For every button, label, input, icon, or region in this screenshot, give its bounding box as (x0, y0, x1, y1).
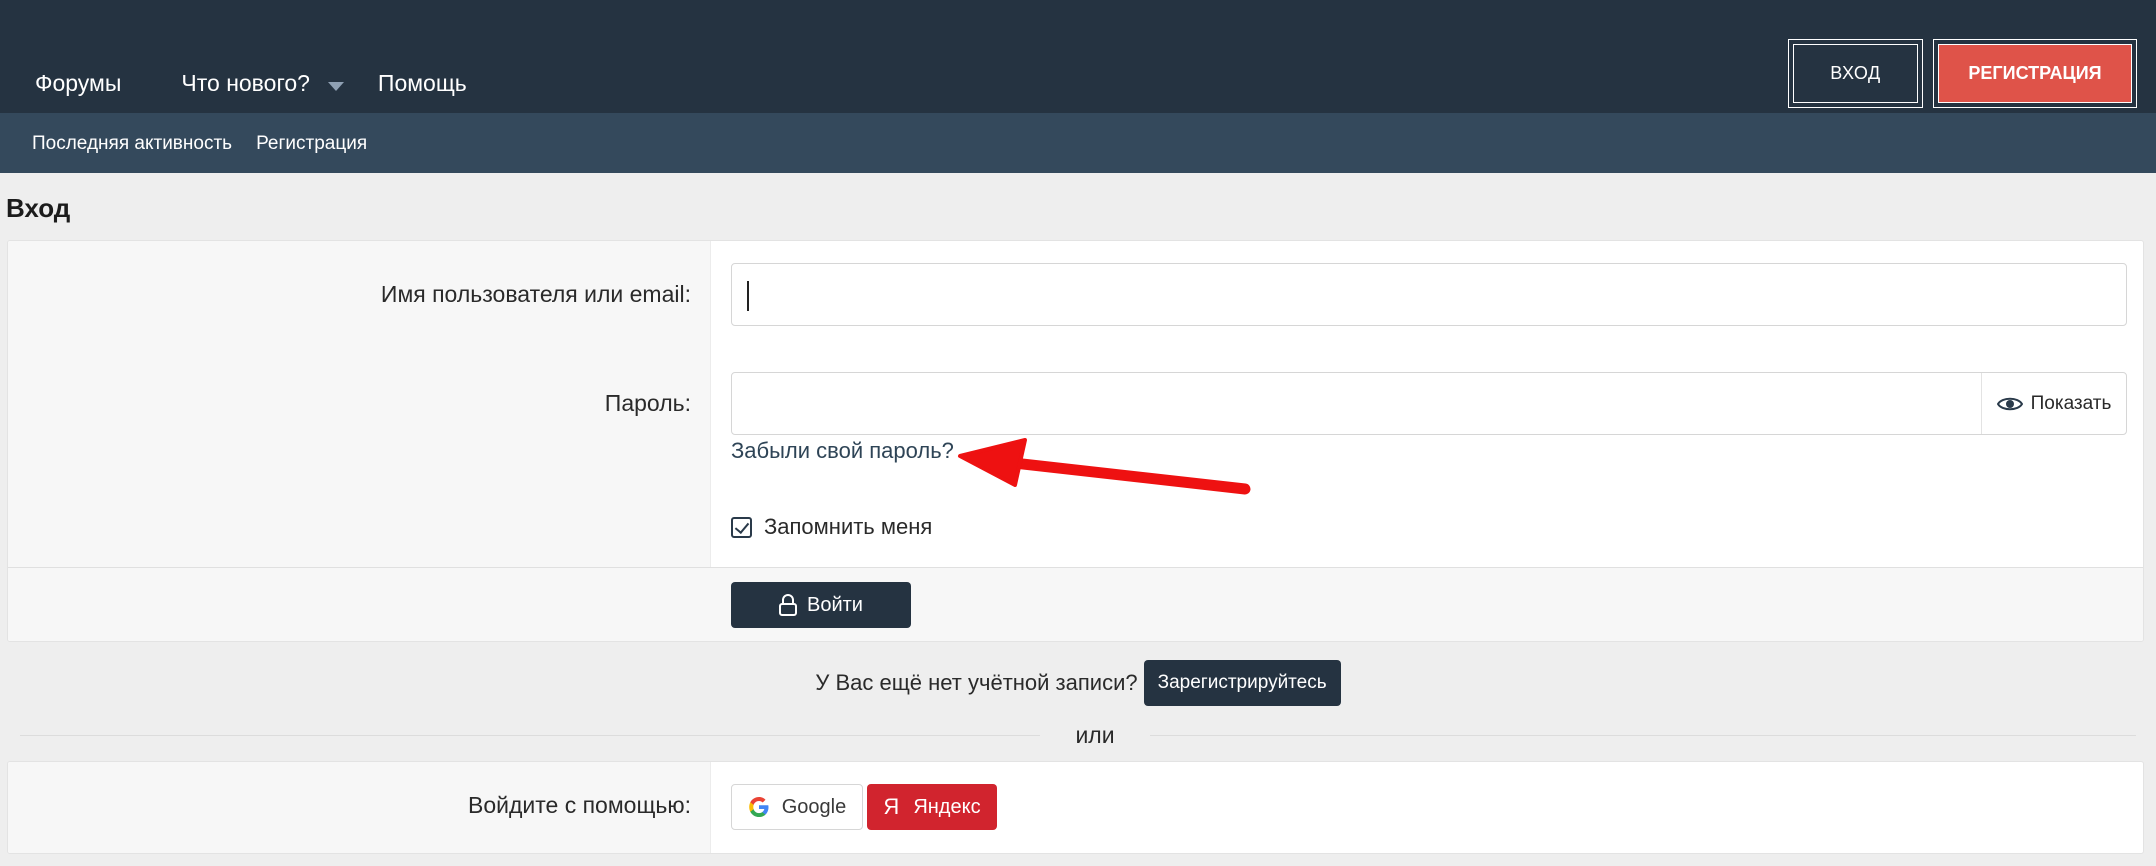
label-column: Имя пользователя или email: Пароль: (8, 241, 711, 567)
text-cursor (747, 281, 749, 311)
or-divider: или (20, 722, 2136, 752)
google-icon (748, 797, 769, 817)
lock-icon (779, 594, 798, 616)
signup-button[interactable]: Зарегистрируйтесь (1143, 660, 1341, 706)
signup-prompt-text: У Вас ещё нет учётной записи? (815, 670, 1138, 695)
login-button[interactable]: ВХОД (1788, 39, 1923, 108)
show-password-button[interactable]: Показать (1981, 373, 2126, 434)
sub-nav-bar: Последняя активность Регистрация (0, 113, 2156, 173)
remember-me-label: Запомнить меня (764, 514, 933, 539)
google-login-button[interactable]: Google (731, 784, 863, 830)
username-input[interactable] (731, 263, 2127, 326)
yandex-icon: Я (883, 794, 900, 819)
password-input[interactable]: Показать (731, 372, 2127, 435)
top-header: Форумы Что нового? Помощь ВХОД РЕГИСТРАЦ… (0, 0, 2156, 113)
submit-login-label: Войти (807, 593, 863, 616)
page-title: Вход (6, 193, 71, 223)
caret-down-icon[interactable] (327, 82, 344, 91)
register-button[interactable]: РЕГИСТРАЦИЯ (1933, 39, 2137, 108)
nav-whats-new[interactable]: Что нового? (181, 70, 344, 97)
subnav-register[interactable]: Регистрация (256, 133, 367, 155)
social-login-label: Войдите с помощью: (468, 792, 691, 818)
checkbox-checked-icon[interactable] (731, 516, 752, 538)
subnav-latest-activity[interactable]: Последняя активность (32, 133, 232, 155)
divider-line-right (1150, 735, 2136, 736)
google-login-label: Google (781, 795, 847, 818)
divider-line-left (20, 735, 1040, 736)
login-form-panel: Имя пользователя или email: Пароль: Пока… (7, 240, 2144, 642)
eye-icon (1996, 397, 2023, 410)
nav-whats-new-label: Что нового? (181, 70, 310, 96)
sub-nav: Последняя активность Регистрация (32, 133, 367, 155)
form-footer: Войти (8, 567, 2143, 641)
social-label-column: Войдите с помощью: (8, 762, 711, 853)
or-text: или (1075, 722, 1115, 748)
forgot-password-link[interactable]: Забыли свой пароль? (731, 438, 954, 464)
signup-prompt: У Вас ещё нет учётной записи? Зарегистри… (0, 660, 2156, 706)
submit-login-button[interactable]: Войти (731, 582, 911, 628)
username-label: Имя пользователя или email: (380, 281, 691, 307)
nav-help[interactable]: Помощь (378, 70, 467, 97)
main-nav: Форумы Что нового? Помощь (35, 70, 467, 97)
yandex-login-button[interactable]: Я Яндекс (867, 784, 997, 830)
social-login-panel: Войдите с помощью: Google Я Яндекс (7, 761, 2144, 854)
show-password-label: Показать (2030, 392, 2112, 414)
nav-forums[interactable]: Форумы (35, 70, 121, 97)
remember-me-checkbox[interactable]: Запомнить меня (731, 514, 932, 540)
password-label: Пароль: (604, 390, 691, 416)
yandex-login-label: Яндекс (913, 795, 981, 818)
